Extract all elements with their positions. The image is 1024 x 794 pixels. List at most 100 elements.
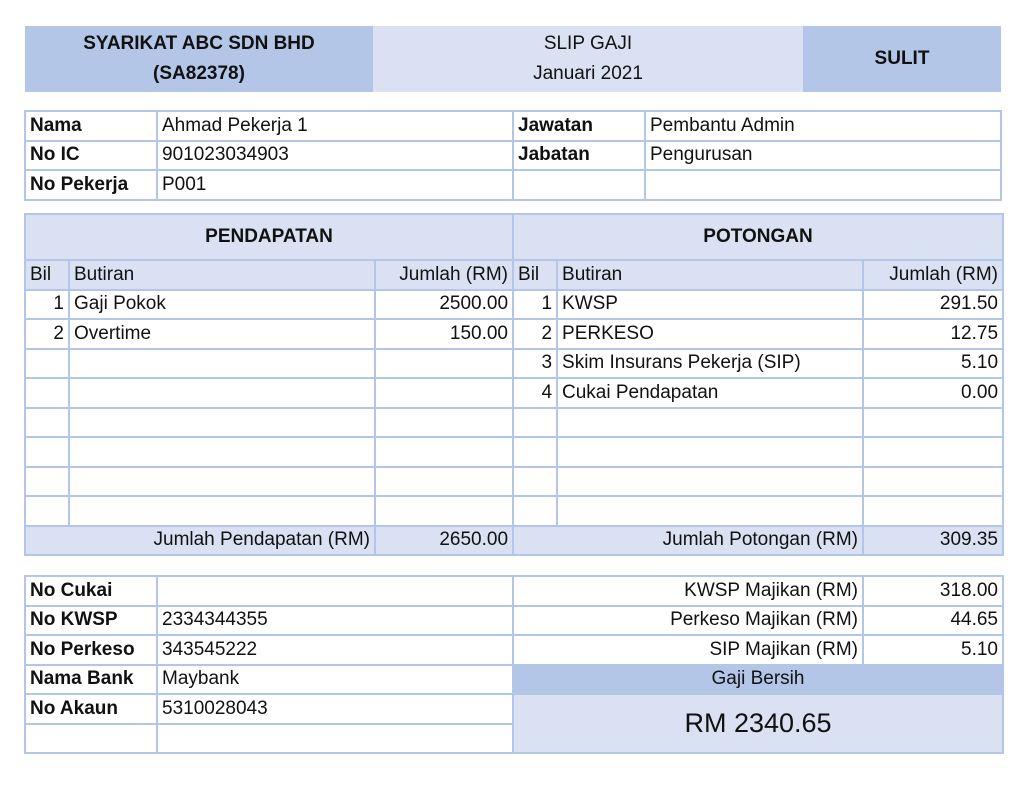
deduction-amount: 12.75: [862, 318, 1005, 350]
field-label: [512, 169, 646, 201]
earning-bil: [24, 436, 70, 468]
earning-amount: [373, 347, 515, 379]
earning-bil: 2: [24, 318, 70, 350]
col-jumlah: Jumlah (RM): [862, 259, 1005, 291]
totals-row: Jumlah Pendapatan (RM) 2650.00 Jumlah Po…: [24, 524, 1005, 556]
earnings-total-value: 2650.00: [373, 524, 515, 556]
account-value: 5310028043: [156, 693, 514, 725]
deductions-total-value: 309.35: [862, 524, 1005, 556]
classification-label: SULIT: [874, 48, 930, 69]
employer-value: 44.65: [862, 604, 1004, 636]
summary-row: No Akaun 5310028043 RM 2340.65: [24, 693, 1004, 754]
earnings-title: PENDAPATAN: [23, 213, 515, 261]
net-pay-label: Gaji Bersih: [512, 663, 1004, 695]
deduction-bil: [512, 436, 559, 468]
deduction-item: PERKESO: [556, 318, 865, 350]
accounts-summary-table: No Cukai KWSP Majikan (RM) 318.00 No KWS…: [24, 575, 1004, 754]
deduction-item: KWSP: [556, 288, 865, 320]
field-value: 901023034903: [156, 139, 514, 171]
line-item-row: 3 Skim Insurans Pekerja (SIP) 5.10: [24, 347, 1005, 379]
deductions-total-label: Jumlah Potongan (RM): [512, 524, 865, 556]
earning-item: Overtime: [68, 318, 376, 350]
summary-row: No Cukai KWSP Majikan (RM) 318.00: [24, 575, 1004, 607]
employee-info-table: Nama Ahmad Pekerja 1 Jawatan Pembantu Ad…: [24, 110, 1002, 201]
employer-label: SIP Majikan (RM): [512, 634, 864, 666]
deduction-item: Cukai Pendapatan: [556, 377, 865, 409]
col-bil: Bil: [24, 259, 70, 291]
deduction-bil: [512, 465, 559, 497]
deduction-amount: 5.10: [862, 347, 1005, 379]
deduction-item: [556, 406, 865, 438]
line-item-row: 1 Gaji Pokok 2500.00 1 KWSP 291.50: [24, 288, 1005, 320]
field-label: Jabatan: [512, 139, 646, 171]
account-value: Maybank: [156, 663, 514, 695]
earning-bil: [24, 377, 70, 409]
account-label: [24, 722, 158, 754]
pay-period: Januari 2021: [533, 63, 643, 84]
section-title-row: PENDAPATAN POTONGAN: [23, 213, 1005, 261]
earning-item: [68, 406, 376, 438]
employer-label: KWSP Majikan (RM): [512, 575, 864, 607]
classification-header: SULIT: [803, 26, 1001, 92]
deduction-bil: 3: [512, 347, 559, 379]
employee-row: No Pekerja P001: [24, 169, 1002, 201]
field-value: Ahmad Pekerja 1: [156, 110, 514, 142]
earning-item: Gaji Pokok: [68, 288, 376, 320]
doc-title: SLIP GAJI: [543, 33, 633, 54]
deduction-amount: 291.50: [862, 288, 1005, 320]
earning-bil: [24, 495, 70, 527]
company-header: SYARIKAT ABC SDN BHD (SA82378): [25, 26, 373, 92]
earning-bil: [24, 347, 70, 379]
field-value: P001: [156, 169, 514, 201]
deduction-bil: 2: [512, 318, 559, 350]
account-label: Nama Bank: [24, 663, 158, 695]
slip-title-header: SLIP GAJI Januari 2021: [373, 26, 803, 92]
employer-label: Perkeso Majikan (RM): [512, 604, 864, 636]
net-pay-value: RM 2340.65: [512, 693, 1004, 754]
col-butiran: Butiran: [556, 259, 865, 291]
earning-amount: [373, 377, 515, 409]
field-value: Pengurusan: [644, 139, 1002, 171]
earning-item: [68, 347, 376, 379]
column-header-row: Bil Butiran Jumlah (RM) Bil Butiran Juml…: [24, 259, 1005, 291]
line-item-row: [24, 406, 1005, 438]
col-bil: Bil: [512, 259, 559, 291]
summary-row: No Perkeso 343545222 SIP Majikan (RM) 5.…: [24, 634, 1004, 666]
field-label: No Pekerja: [24, 169, 158, 201]
account-label: No Cukai: [24, 575, 158, 607]
earning-bil: 1: [24, 288, 70, 320]
account-value: 343545222: [156, 634, 514, 666]
deduction-amount: [862, 406, 1005, 438]
deduction-item: [556, 436, 865, 468]
summary-row: Nama Bank Maybank Gaji Bersih: [24, 663, 1004, 695]
deduction-item: Skim Insurans Pekerja (SIP): [556, 347, 865, 379]
line-item-row: [24, 436, 1005, 468]
account-value: 2334344355: [156, 604, 514, 636]
earning-amount: [373, 436, 515, 468]
earning-amount: [373, 465, 515, 497]
field-label: No IC: [24, 139, 158, 171]
employee-row: Nama Ahmad Pekerja 1 Jawatan Pembantu Ad…: [24, 110, 1002, 142]
earning-item: [68, 465, 376, 497]
field-value: [644, 169, 1002, 201]
account-value: [156, 722, 514, 754]
account-label: No Akaun: [24, 693, 158, 725]
line-item-row: 4 Cukai Pendapatan 0.00: [24, 377, 1005, 409]
earning-item: [68, 436, 376, 468]
deduction-bil: 1: [512, 288, 559, 320]
account-label: No Perkeso: [24, 634, 158, 666]
earnings-total-label: Jumlah Pendapatan (RM): [24, 524, 376, 556]
employer-value: 318.00: [862, 575, 1004, 607]
earning-bil: [24, 406, 70, 438]
field-label: Nama: [24, 110, 158, 142]
field-value: Pembantu Admin: [644, 110, 1002, 142]
line-item-row: [24, 465, 1005, 497]
deduction-amount: [862, 495, 1005, 527]
deduction-bil: [512, 406, 559, 438]
deduction-bil: 4: [512, 377, 559, 409]
deductions-title: POTONGAN: [512, 213, 1005, 261]
col-butiran: Butiran: [68, 259, 376, 291]
deduction-item: [556, 495, 865, 527]
company-name: SYARIKAT ABC SDN BHD: [83, 33, 315, 54]
earning-amount: [373, 495, 515, 527]
